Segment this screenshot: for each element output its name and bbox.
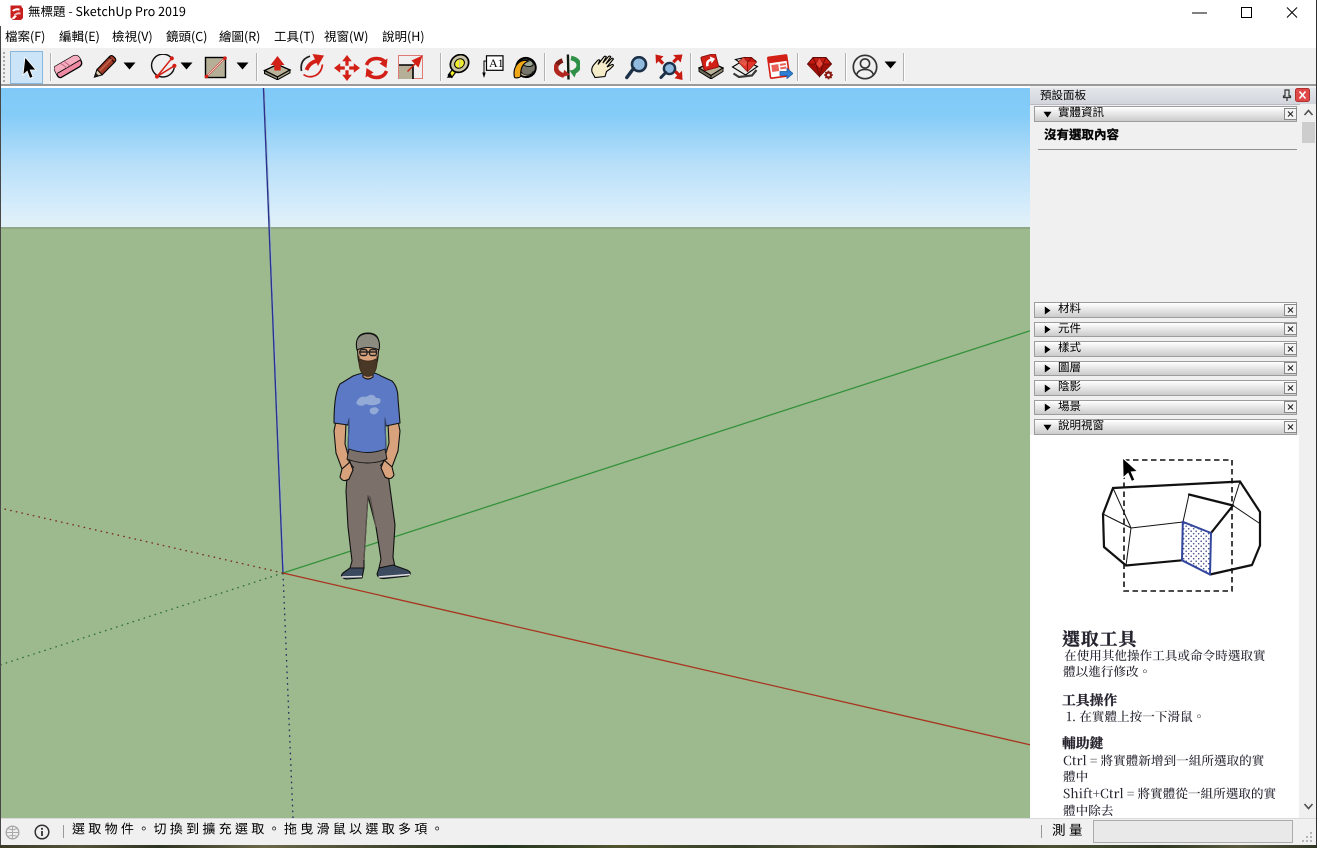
svg-text:A1: A1 xyxy=(489,56,504,70)
